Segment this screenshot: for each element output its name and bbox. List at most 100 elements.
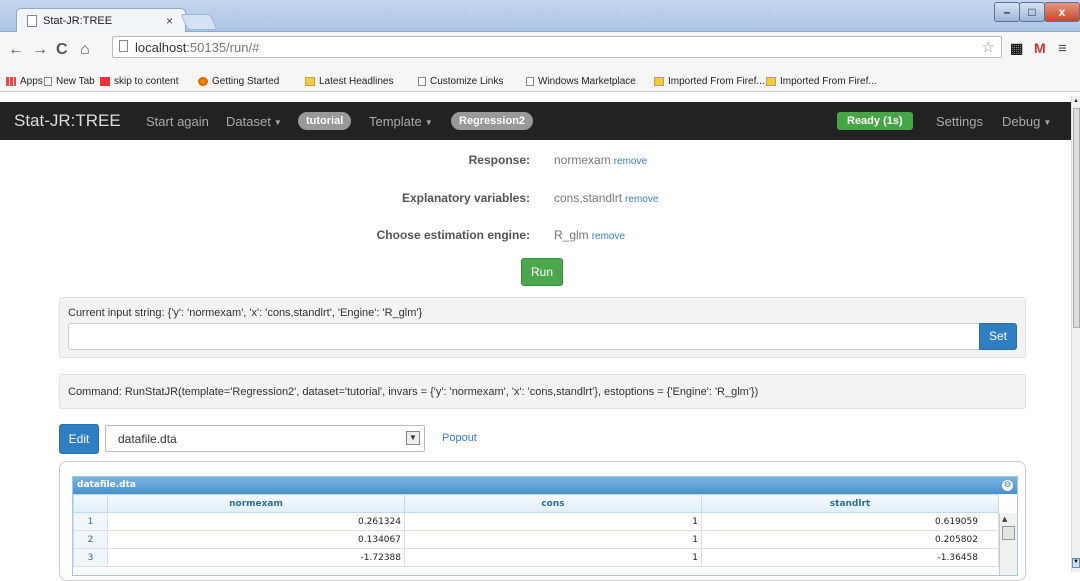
engine-label: Choose estimation engine:	[376, 228, 530, 242]
input-string-panel: Current input string: {'y': 'normexam', …	[59, 297, 1026, 358]
edit-button[interactable]: Edit	[59, 424, 99, 454]
folder-icon	[654, 77, 664, 86]
browser-tab-active[interactable]: Stat-JR:TREE ×	[16, 8, 186, 33]
settings-link[interactable]: Settings	[936, 114, 983, 129]
back-icon[interactable]: ←	[8, 41, 24, 59]
dataset-badge: tutorial	[298, 112, 352, 130]
column-header[interactable]: normexam	[107, 494, 405, 513]
row-number: 3	[73, 548, 108, 567]
browser-toolbar: ← → C ⌂ localhost:50135/run/# ☆ ▦ M ≡	[0, 32, 1080, 74]
template-badge: Regression2	[451, 112, 534, 130]
popout-link[interactable]: Popout	[442, 432, 477, 444]
table-cell[interactable]: 0.261324	[107, 512, 405, 531]
gmail-icon[interactable]: M	[1034, 40, 1046, 56]
page-icon	[119, 40, 128, 52]
table-row[interactable]: 3 -1.72388 1 -1.36458	[73, 548, 999, 567]
page-icon	[27, 15, 37, 27]
table-header-row: normexam cons standlrt	[73, 494, 999, 513]
skip-icon	[100, 77, 110, 86]
grid-scrollbar[interactable]: ▲	[999, 513, 1017, 575]
caret-down-icon: ▼	[273, 118, 282, 128]
page-icon	[526, 77, 534, 86]
datafile-select-value: datafile.dta	[118, 432, 177, 446]
bookmark-customize-links[interactable]: Customize Links	[418, 76, 503, 87]
input-string-field[interactable]	[68, 323, 980, 350]
address-bar[interactable]: localhost:50135/run/# ☆	[112, 36, 1002, 58]
scroll-down-icon[interactable]: ▼	[1072, 558, 1080, 568]
row-number-header	[73, 494, 108, 513]
window-close-button[interactable]: x	[1044, 2, 1080, 22]
column-header[interactable]: cons	[404, 494, 702, 513]
bookmark-imported-2[interactable]: Imported From Firef...	[766, 76, 877, 87]
reload-icon[interactable]: C	[56, 41, 68, 59]
explanatory-remove-link[interactable]: remove	[625, 194, 658, 205]
scroll-thumb[interactable]	[1002, 526, 1015, 540]
command-panel: Command: RunStatJR(template='Regression2…	[59, 374, 1026, 409]
response-remove-link[interactable]: remove	[614, 156, 647, 167]
firefox-icon	[198, 77, 208, 86]
tab-close-icon[interactable]: ×	[166, 14, 173, 28]
app-brand[interactable]: Stat-JR:TREE	[14, 111, 121, 131]
set-button[interactable]: Set	[979, 323, 1017, 350]
table-cell[interactable]: -1.72388	[107, 548, 405, 567]
forward-icon[interactable]: →	[32, 41, 48, 59]
table-cell[interactable]: 0.134067	[107, 530, 405, 549]
row-number: 2	[73, 530, 108, 549]
menu-icon[interactable]: ≡	[1058, 40, 1067, 57]
browser-titlebar: AdBlock AdBlock AdBlock AdBlock Aa AdBlo…	[0, 0, 1080, 33]
apps-icon	[6, 77, 16, 86]
datafile-select[interactable]: datafile.dta ▼	[105, 425, 425, 452]
address-url: localhost:50135/run/#	[135, 40, 260, 55]
debug-menu[interactable]: Debug ▼	[1002, 114, 1051, 129]
scroll-up-icon[interactable]: ▲	[1002, 515, 1007, 523]
engine-remove-link[interactable]: remove	[592, 231, 625, 242]
table-cell[interactable]: 0.205802	[701, 530, 999, 549]
dataset-menu[interactable]: Dataset ▼	[226, 114, 282, 129]
bookmark-star-icon[interactable]: ☆	[982, 38, 995, 56]
bookmark-new-tab[interactable]: New Tab	[44, 76, 95, 87]
window-minimize-button[interactable]: –	[994, 2, 1020, 22]
bookmark-imported-1[interactable]: Imported From Firef...	[654, 76, 765, 87]
page-icon	[418, 77, 426, 86]
explanatory-label: Explanatory variables:	[401, 191, 530, 205]
template-menu[interactable]: Template ▼	[369, 114, 433, 129]
collapse-icon[interactable]: ⊖	[1002, 480, 1013, 491]
table-cell[interactable]: -1.36458	[701, 548, 999, 567]
caret-down-icon: ▼	[1043, 118, 1052, 128]
page-scrollbar[interactable]: ▲ ▼	[1071, 96, 1080, 572]
background-tabs-text: AdBlock AdBlock AdBlock AdBlock Aa AdBlo…	[200, 8, 775, 20]
bookmark-getting-started[interactable]: Getting Started	[198, 76, 279, 87]
run-button[interactable]: Run	[521, 258, 563, 286]
table-cell[interactable]: 1	[404, 530, 702, 549]
command-text: Command: RunStatJR(template='Regression2…	[68, 386, 759, 398]
table-cell[interactable]: 1	[404, 512, 702, 531]
bookmark-apps[interactable]: Apps	[6, 76, 43, 87]
chevron-down-icon: ▼	[406, 431, 420, 445]
table-row[interactable]: 2 0.134067 1 0.205802	[73, 530, 999, 549]
bookmark-skip-to-content[interactable]: skip to content	[100, 76, 178, 87]
folder-icon	[766, 77, 776, 86]
grid-header: datafile.dta ⊖	[73, 477, 1017, 494]
extension-icon[interactable]: ▦	[1010, 40, 1023, 57]
row-number: 1	[73, 512, 108, 531]
window-maximize-button[interactable]: □	[1019, 2, 1045, 22]
page-icon	[44, 77, 52, 86]
start-again-link[interactable]: Start again	[146, 114, 209, 129]
explanatory-value: cons,standlrt remove	[554, 191, 659, 205]
scroll-up-icon[interactable]: ▲	[1073, 98, 1079, 104]
status-badge: Ready (1s)	[837, 112, 913, 130]
home-icon[interactable]: ⌂	[80, 41, 90, 59]
engine-value: R_glm remove	[554, 228, 626, 242]
table-cell[interactable]: 0.619059	[701, 512, 999, 531]
scroll-thumb[interactable]	[1073, 108, 1080, 328]
data-grid: datafile.dta ⊖ normexam cons standlrt 1 …	[72, 476, 1018, 576]
caret-down-icon: ▼	[424, 118, 433, 128]
table-row[interactable]: 1 0.261324 1 0.619059	[73, 512, 999, 531]
column-header[interactable]: standlrt	[701, 494, 999, 513]
data-table: normexam cons standlrt 1 0.261324 1 0.61…	[73, 494, 999, 567]
grid-title: datafile.dta	[77, 480, 136, 490]
bookmark-latest-headlines[interactable]: Latest Headlines	[305, 76, 394, 87]
bookmark-windows-marketplace[interactable]: Windows Marketplace	[526, 76, 636, 87]
table-cell[interactable]: 1	[404, 548, 702, 567]
response-label: Response:	[468, 153, 530, 167]
